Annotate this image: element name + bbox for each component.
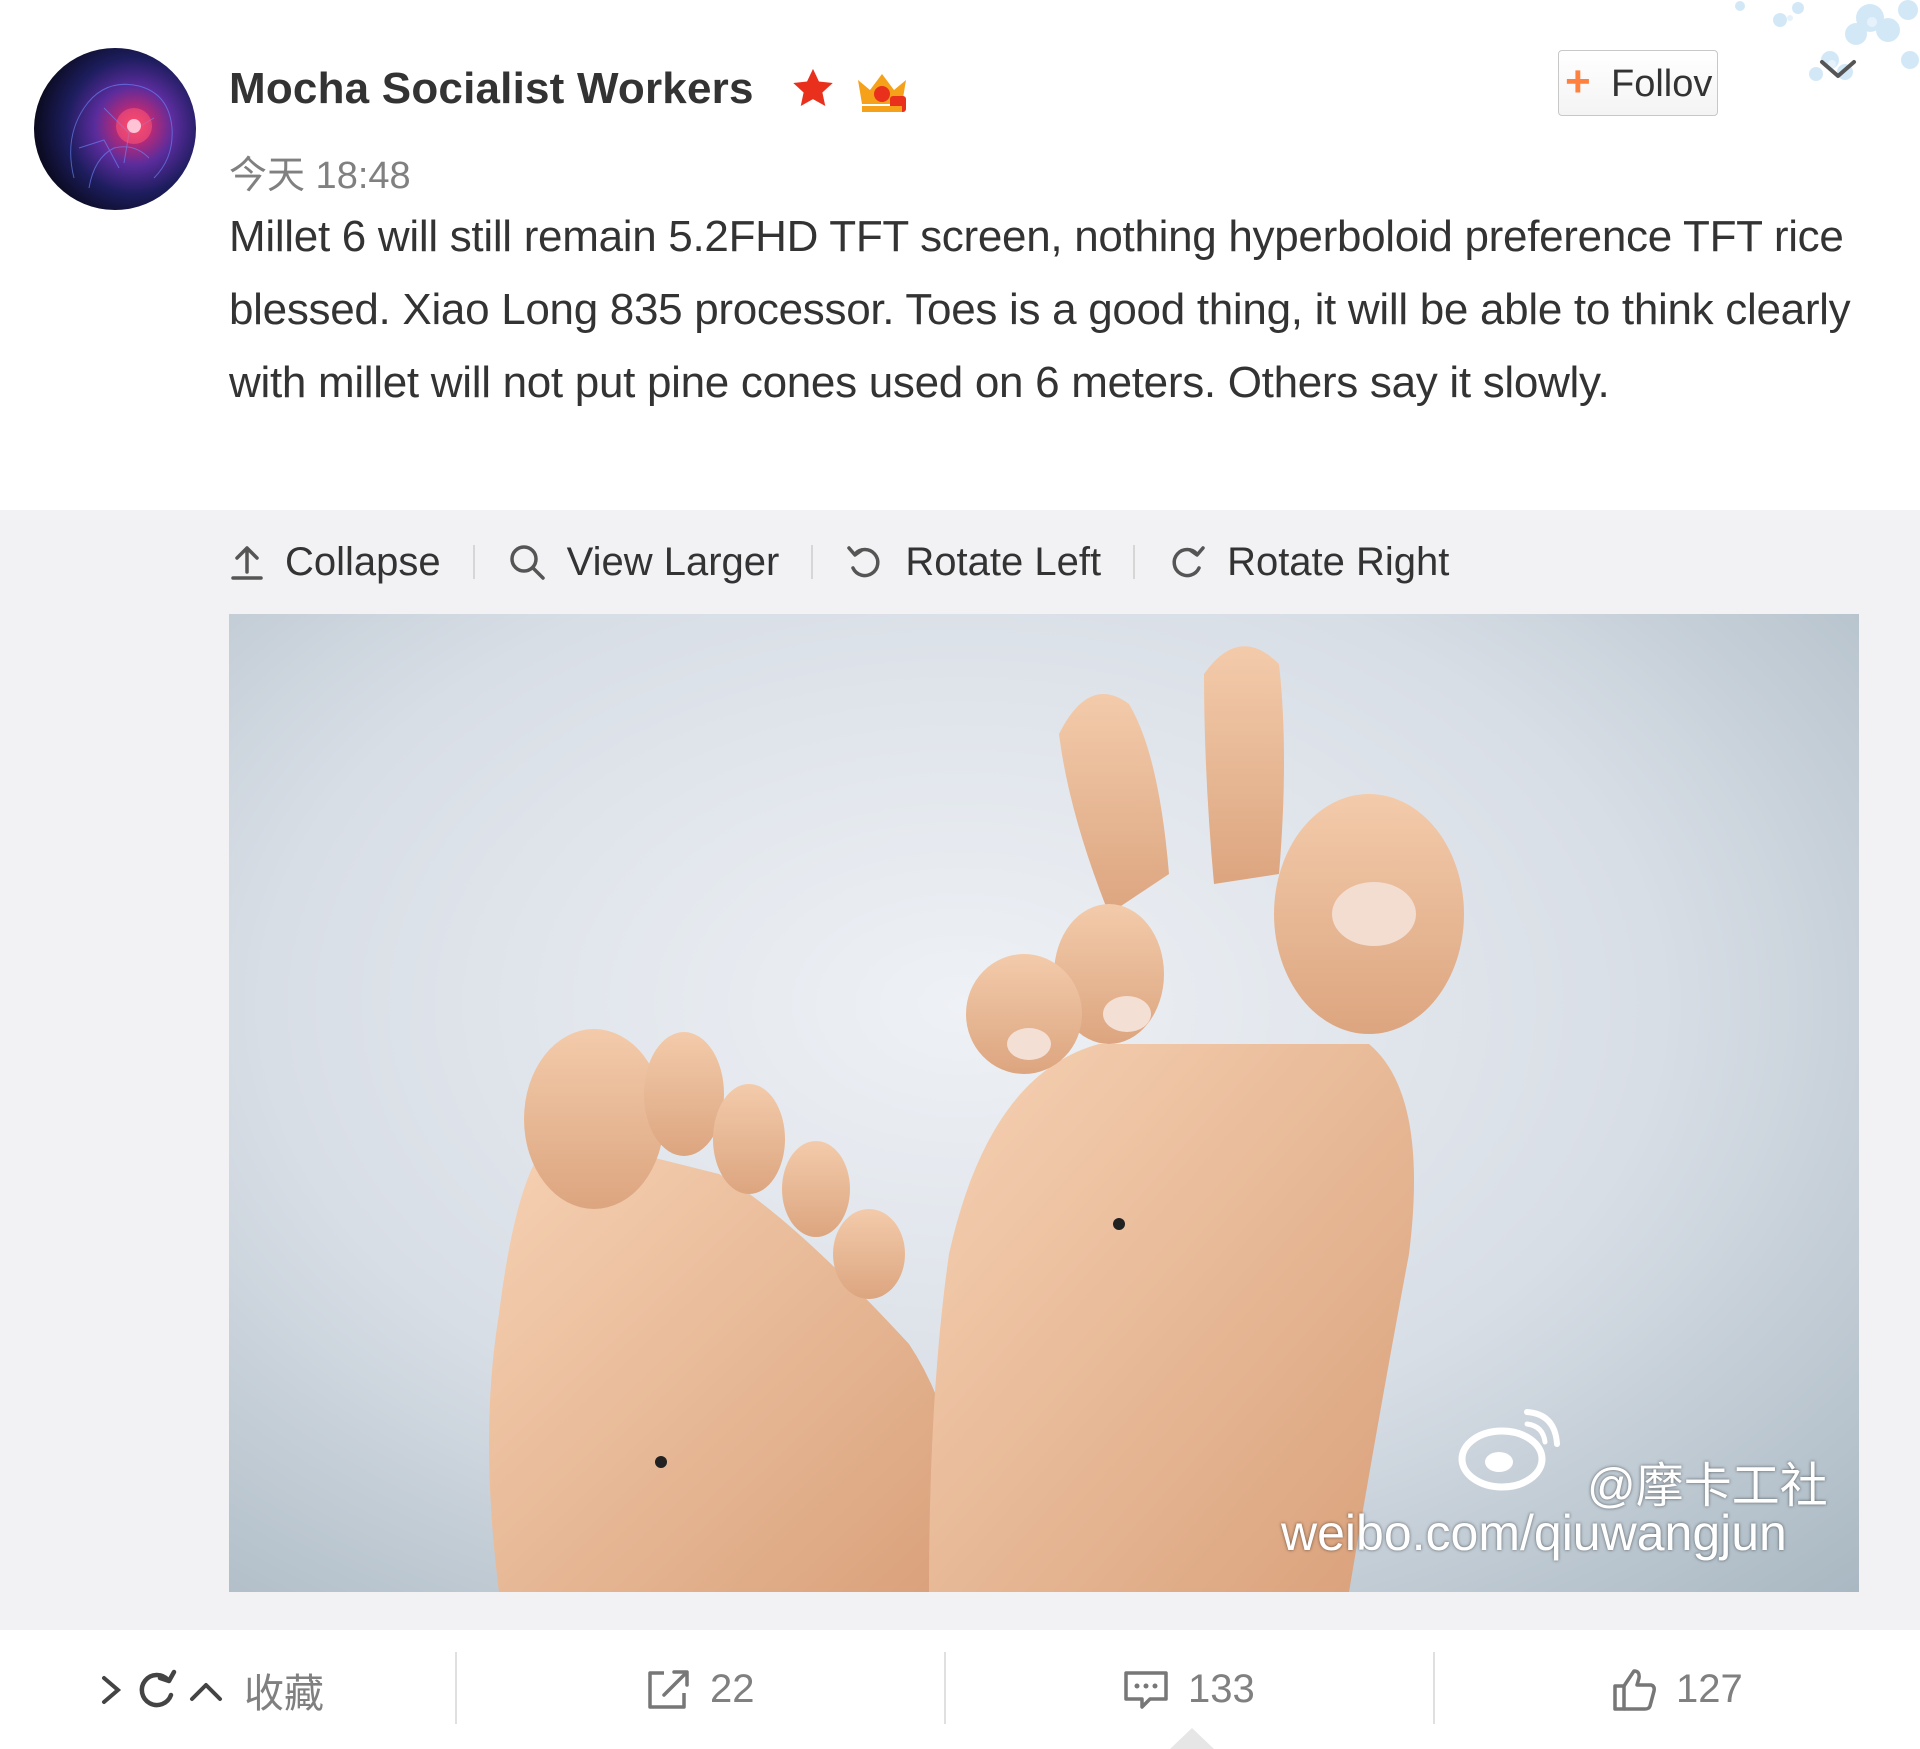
comment-count: 133 [1188, 1667, 1255, 1711]
collapse-button[interactable]: Collapse [229, 540, 441, 585]
toolbar-divider [1133, 545, 1136, 579]
repost-button[interactable]: 22 [644, 1630, 755, 1749]
comment-pointer [1170, 1728, 1214, 1749]
rotate-right-label: Rotate Right [1227, 539, 1450, 584]
repost-icon [648, 1669, 689, 1709]
chevron-down-icon[interactable] [1818, 54, 1858, 84]
like-button[interactable]: 127 [1610, 1630, 1743, 1749]
comment-icon [1124, 1670, 1168, 1709]
toolbar-divider [811, 545, 814, 579]
rotate-right-icon [1172, 546, 1205, 578]
post-image[interactable]: @摩卡工社 weibo.com/qiuwangjun [229, 614, 1859, 1592]
author-name[interactable]: Mocha Socialist Workers [229, 64, 754, 114]
follow-label: Follov [1611, 63, 1713, 105]
action-divider [1433, 1652, 1435, 1724]
rotate-left-label: Rotate Left [905, 539, 1102, 584]
favorite-label: 收藏 [244, 1671, 324, 1716]
weibo-logo-icon [1458, 1409, 1560, 1491]
refresh-icon [139, 1669, 177, 1707]
thumbs-up-icon [1613, 1668, 1656, 1711]
favorite-button[interactable]: 收藏 [100, 1630, 324, 1749]
view-larger-button[interactable]: View Larger [507, 539, 780, 585]
chevron-up-icon [190, 1682, 222, 1701]
watermark-url: weibo.com/qiuwangjun [1281, 1505, 1787, 1561]
magnifier-icon [509, 545, 545, 580]
follow-button[interactable]: + Follov [1558, 50, 1718, 116]
repost-count: 22 [710, 1667, 755, 1711]
post-timestamp[interactable]: 今天 18:48 [229, 144, 411, 199]
vip-crown-icon[interactable] [854, 68, 910, 116]
like-count: 127 [1676, 1667, 1743, 1711]
collapse-icon [231, 546, 263, 580]
rotate-left-button[interactable]: Rotate Left [845, 540, 1101, 585]
avatar[interactable] [34, 48, 196, 210]
star-icon[interactable] [790, 66, 836, 112]
chevron-right-icon [102, 1675, 122, 1704]
plus-icon: + [1565, 57, 1591, 106]
action-divider [455, 1652, 457, 1724]
action-divider [944, 1652, 946, 1724]
rotate-right-button[interactable]: Rotate Right [1167, 540, 1449, 585]
view-larger-label: View Larger [566, 539, 780, 584]
media-toolbar: Collapse View Larger Rotate Left Rotate … [229, 536, 1449, 588]
rotate-left-icon [847, 546, 880, 578]
post-body-text: Millet 6 will still remain 5.2FHD TFT sc… [229, 212, 1851, 407]
toolbar-divider [472, 545, 475, 579]
collapse-label: Collapse [285, 539, 441, 584]
